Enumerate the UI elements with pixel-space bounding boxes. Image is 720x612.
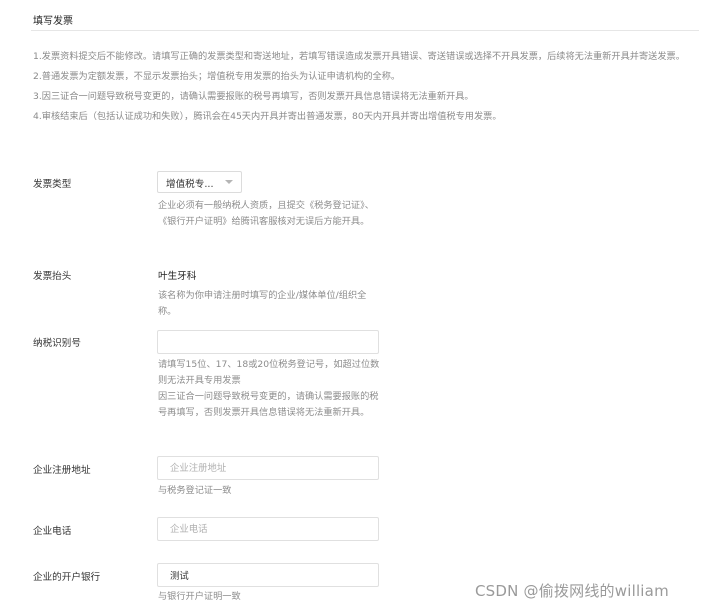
notice-item-1: 1.发票资料提交后不能修改。请填写正确的发票类型和寄送地址，若填写错误造成发票开…	[33, 51, 685, 62]
company-bank-hint: 与银行开户证明一致	[158, 591, 241, 602]
invoice-type-select[interactable]: 增值税专...	[157, 171, 242, 193]
invoice-type-selected: 增值税专...	[166, 179, 214, 190]
title-divider	[31, 30, 699, 31]
notice-item-2: 2.普通发票为定额发票，不显示发票抬头；增值税专用发票的抬头为认证申请机构的全称…	[33, 71, 401, 82]
notice-item-3: 3.因三证合一问题导致税号变更的，请确认需要报账的税号再填写，否则发票开具信息错…	[33, 91, 474, 102]
company-phone-label: 企业电话	[33, 526, 72, 537]
company-address-input[interactable]	[157, 456, 379, 480]
tax-id-input[interactable]	[157, 330, 379, 354]
company-bank-label: 企业的开户银行	[33, 572, 101, 583]
company-phone-input[interactable]	[157, 517, 379, 541]
invoice-type-label: 发票类型	[33, 179, 72, 190]
tax-id-label: 纳税识别号	[33, 338, 81, 349]
invoice-title-label: 发票抬头	[33, 271, 72, 282]
tax-id-hint: 请填写15位、17、18或20位税务登记号，如超过位数则无法开具专用发票 因三证…	[158, 357, 380, 421]
notice-item-4: 4.审核结束后（包括认证成功和失败），腾讯会在45天内开具并寄出普通发票，80天…	[33, 111, 502, 122]
invoice-form-page: 填写发票 1.发票资料提交后不能修改。请填写正确的发票类型和寄送地址，若填写错误…	[0, 0, 720, 612]
invoice-title-value: 叶生牙科	[158, 271, 197, 282]
invoice-type-hint: 企业必须有一般纳税人资质，且提交《税务登记证》、《银行开户证明》给腾讯客服核对无…	[158, 200, 374, 227]
company-address-label: 企业注册地址	[33, 465, 91, 476]
company-bank-input[interactable]	[157, 563, 379, 587]
section-title: 填写发票	[33, 16, 73, 27]
notice-block: 1.发票资料提交后不能修改。请填写正确的发票类型和寄送地址，若填写错误造成发票开…	[33, 47, 693, 127]
tax-id-hint-line-1: 请填写15位、17、18或20位税务登记号，如超过位数则无法开具专用发票	[158, 359, 380, 386]
csdn-watermark: CSDN @偷拨网线的william	[475, 582, 669, 600]
company-address-hint: 与税务登记证一致	[158, 485, 232, 496]
chevron-down-icon	[225, 180, 233, 184]
invoice-title-hint: 该名称为你申请注册时填写的企业/媒体单位/组织全称。	[158, 290, 367, 317]
tax-id-hint-line-2: 因三证合一问题导致税号变更的，请确认需要报账的税号再填写，否则发票开具信息错误将…	[158, 391, 379, 418]
